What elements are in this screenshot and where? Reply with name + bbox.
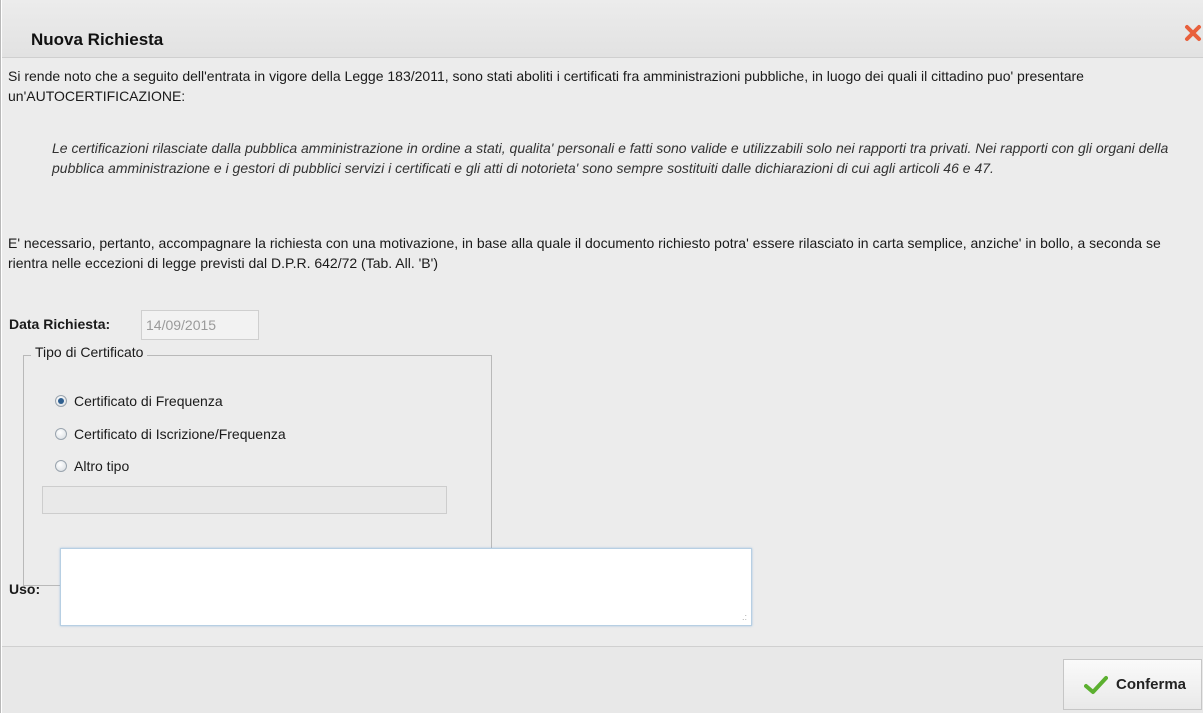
dialog-content: Si rende noto che a seguito dell'entrata… bbox=[2, 58, 1203, 646]
date-request-field[interactable]: 14/09/2015 bbox=[141, 310, 259, 340]
radio-label: Altro tipo bbox=[74, 458, 130, 474]
radio-unchecked-icon[interactable] bbox=[55, 428, 67, 440]
radio-checked-icon[interactable] bbox=[55, 395, 67, 407]
dialog-footer: Conferma bbox=[2, 646, 1203, 713]
date-request-label: Data Richiesta: bbox=[9, 316, 111, 332]
radio-label: Certificato di Iscrizione/Frequenza bbox=[74, 426, 286, 442]
uso-textarea[interactable]: .: bbox=[60, 548, 752, 626]
motivation-note-text: E' necessario, pertanto, accompagnare la… bbox=[8, 235, 1161, 271]
close-icon[interactable] bbox=[1184, 24, 1202, 42]
uso-label: Uso: bbox=[9, 581, 41, 597]
radio-label: Certificato di Frequenza bbox=[74, 393, 223, 409]
dialog: Nuova Richiesta Si rende noto che a segu… bbox=[0, 0, 1203, 713]
radio-altro-tipo[interactable]: Altro tipo bbox=[55, 456, 129, 476]
dialog-titlebar: Nuova Richiesta bbox=[2, 0, 1203, 58]
other-type-field[interactable] bbox=[42, 486, 447, 514]
intro-text: Si rende noto che a seguito dell'entrata… bbox=[8, 68, 1084, 104]
radio-unchecked-icon[interactable] bbox=[55, 460, 67, 472]
radio-certificato-frequenza[interactable]: Certificato di Frequenza bbox=[55, 391, 223, 411]
confirm-button[interactable]: Conferma bbox=[1063, 659, 1202, 710]
certificate-type-legend: Tipo di Certificato bbox=[31, 344, 148, 360]
dialog-title: Nuova Richiesta bbox=[31, 30, 164, 49]
confirm-button-label: Conferma bbox=[1116, 676, 1187, 693]
checkmark-icon bbox=[1084, 675, 1108, 694]
resize-grip-icon[interactable]: .: bbox=[742, 613, 747, 622]
radio-certificato-iscrizione-frequenza[interactable]: Certificato di Iscrizione/Frequenza bbox=[55, 424, 286, 444]
law-quote-text: Le certificazioni rilasciate dalla pubbl… bbox=[52, 140, 1169, 176]
